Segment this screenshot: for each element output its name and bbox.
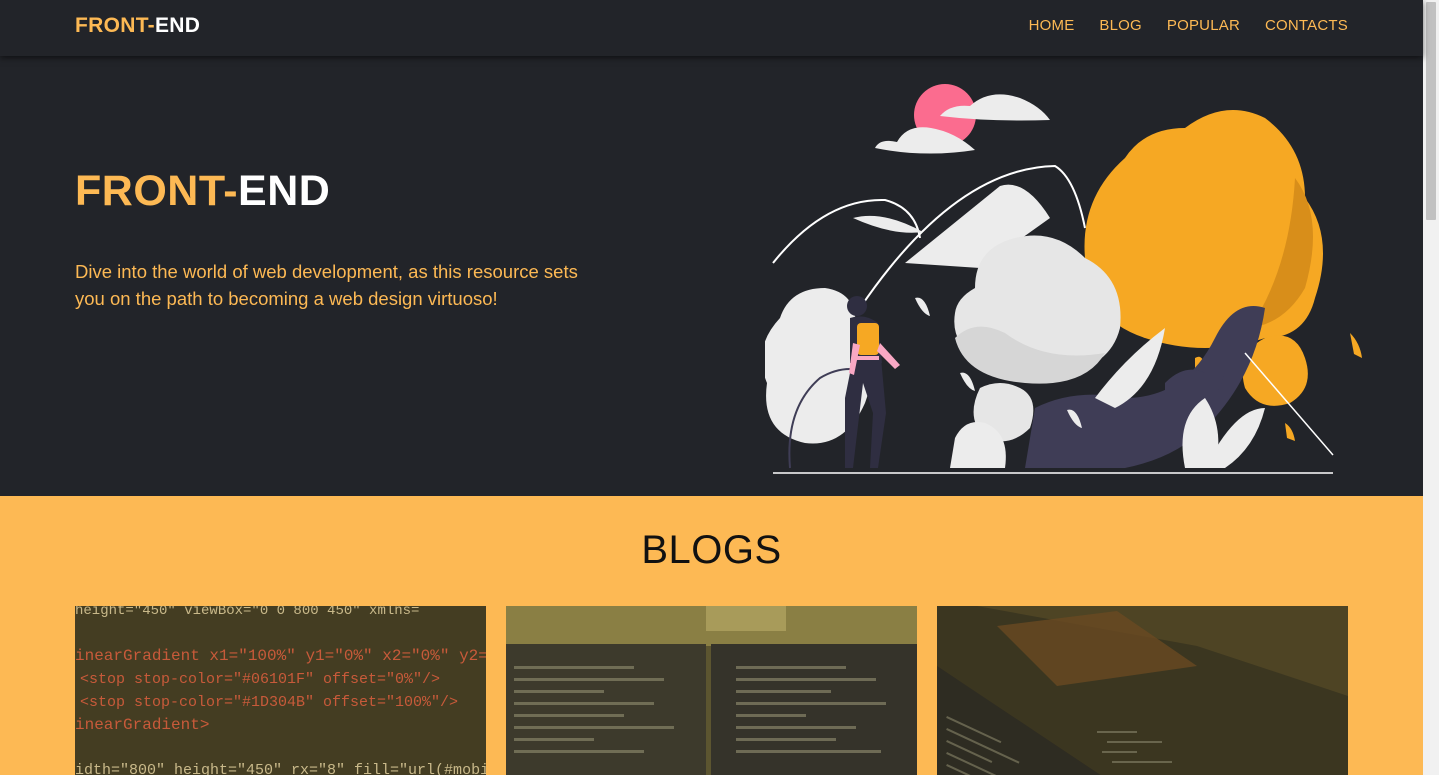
blog-card-image-1: height="450" viewBox="0 0 800 450" xmlns… — [75, 606, 486, 775]
blog-card-3[interactable] — [937, 606, 1348, 775]
code-line-6: idth="800" height="450" rx="8" fill="url… — [75, 762, 486, 775]
code-line-3: <stop stop-color="#06101F" offset="0%"/> — [80, 671, 440, 688]
blog-card-image-3 — [937, 606, 1348, 775]
brand-logo[interactable]: FRONT-END — [75, 14, 200, 38]
navbar: FRONT-END HOME BLOG POPULAR CONTACTS — [0, 0, 1423, 56]
blog-card-2[interactable] — [506, 606, 917, 775]
nav-home[interactable]: HOME — [1029, 17, 1075, 34]
hero-title-part1: FRONT- — [75, 167, 239, 215]
scrollbar-thumb[interactable] — [1426, 2, 1436, 220]
nav-blog[interactable]: BLOG — [1099, 17, 1141, 34]
blog-card-1[interactable]: height="450" viewBox="0 0 800 450" xmlns… — [75, 606, 486, 775]
code-line-5: inearGradient> — [75, 716, 209, 734]
nav-contacts[interactable]: CONTACTS — [1265, 17, 1348, 34]
blogs-title: BLOGS — [641, 528, 782, 572]
brand-part1: FRONT- — [75, 14, 155, 37]
code-line-2: inearGradient x1="100%" y1="0%" x2="0%" … — [75, 647, 486, 665]
hero-illustration — [765, 84, 1362, 474]
hero-section: FRONT-END Dive into the world of web dev… — [0, 56, 1423, 496]
main-nav: HOME BLOG POPULAR CONTACTS — [1029, 17, 1348, 34]
code-line-1: height="450" viewBox="0 0 800 450" xmlns… — [75, 606, 419, 619]
brand-part2: END — [154, 14, 201, 37]
hero-title: FRONT-END — [75, 167, 330, 216]
code-line-4: <stop stop-color="#1D304B" offset="100%"… — [80, 694, 458, 711]
nav-popular[interactable]: POPULAR — [1167, 17, 1240, 34]
page-scrollbar[interactable] — [1423, 0, 1439, 775]
blogs-section: BLOGS height="450" viewBox="0 0 800 450"… — [0, 496, 1423, 775]
blog-card-image-2 — [506, 606, 917, 775]
hero-description: Dive into the world of web development, … — [75, 261, 578, 309]
hero-title-part2: END — [238, 167, 331, 215]
